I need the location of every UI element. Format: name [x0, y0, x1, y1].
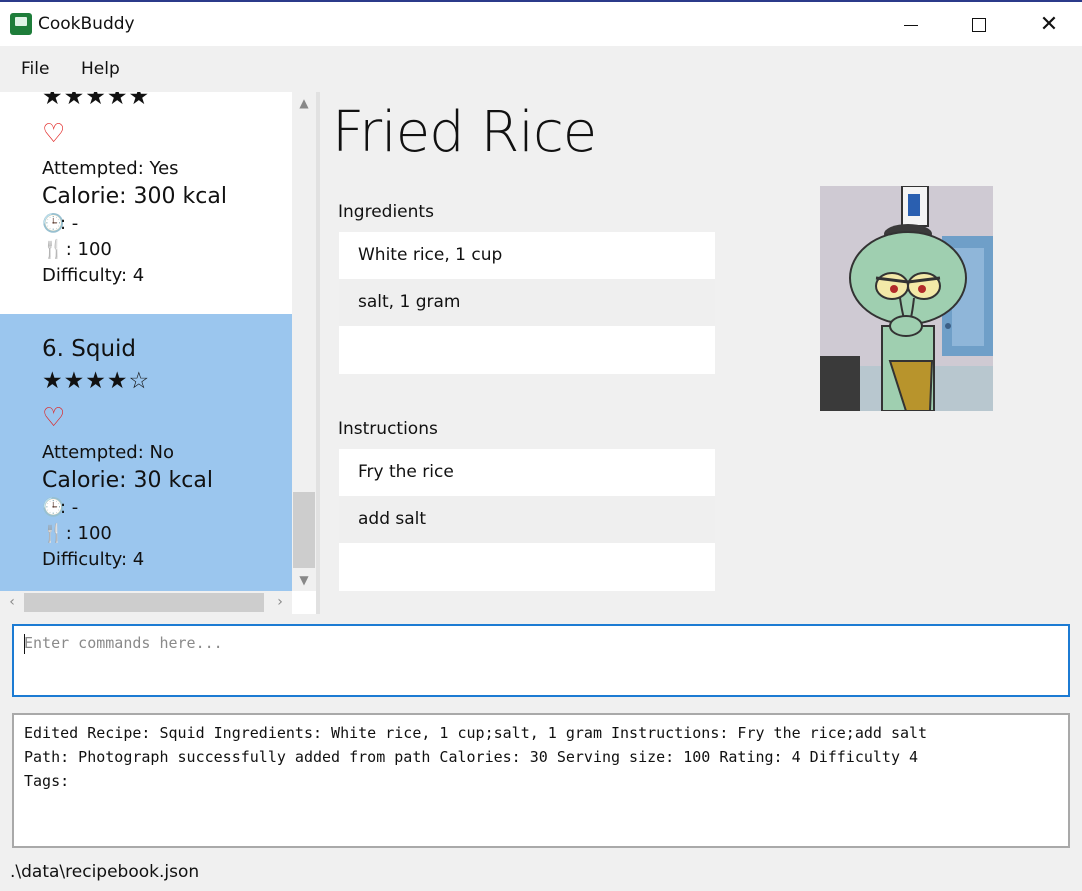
menu-file[interactable]: File — [21, 59, 49, 79]
time-value: : - — [60, 497, 79, 518]
difficulty-label: Difficulty: 4 — [42, 549, 145, 570]
vertical-scrollbar[interactable]: ▲ ▼ — [292, 92, 316, 591]
recipe-card-selected[interactable]: 6. Squid ★★★★☆ ♡ Attempted: No Calorie: … — [0, 314, 292, 591]
panel-divider[interactable] — [316, 92, 320, 614]
app-title: CookBuddy — [38, 14, 135, 34]
clock-icon: 🕒 — [42, 497, 65, 518]
ingredient-item[interactable]: salt, 1 gram — [339, 279, 715, 326]
favourite-heart-icon: ♡ — [42, 119, 66, 149]
close-button[interactable]: ✕ — [1014, 4, 1082, 46]
scroll-down-icon[interactable]: ▼ — [292, 569, 316, 591]
instruction-item[interactable]: Fry the rice — [339, 449, 715, 496]
recipe-photo — [820, 186, 993, 411]
serving-value: : 100 — [60, 523, 112, 544]
instructions-label: Instructions — [338, 419, 438, 439]
scroll-right-icon[interactable]: › — [268, 591, 292, 614]
ingredient-item[interactable]: White rice, 1 cup — [339, 232, 715, 279]
calorie-label: Calorie: 300 kcal — [42, 184, 227, 209]
recipe-list-panel: ★★★★★ ♡ Attempted: Yes Calorie: 300 kcal… — [0, 92, 316, 614]
serving-row: 🍴 : 100 — [42, 237, 292, 263]
utensils-icon: 🍴 — [42, 239, 65, 260]
recipe-card[interactable]: ★★★★★ ♡ Attempted: Yes Calorie: 300 kcal… — [0, 92, 292, 314]
attempted-label: Attempted: Yes — [42, 158, 179, 179]
time-row: 🕒: - — [42, 211, 292, 237]
favourite-heart-icon: ♡ — [42, 403, 66, 433]
result-display[interactable]: Edited Recipe: Squid Ingredients: White … — [12, 713, 1070, 848]
clock-icon: 🕒 — [42, 213, 65, 234]
rating-stars: ★★★★☆ — [42, 368, 151, 394]
serving-row: 🍴 : 100 — [42, 521, 292, 547]
maximize-icon — [972, 18, 986, 32]
instruction-item[interactable]: add salt — [339, 496, 715, 543]
calorie-label: Calorie: 30 kcal — [42, 468, 213, 493]
minimize-icon — [904, 24, 918, 26]
menu-help[interactable]: Help — [81, 59, 120, 79]
recipe-list: ★★★★★ ♡ Attempted: Yes Calorie: 300 kcal… — [0, 92, 292, 591]
time-row: 🕒: - — [42, 495, 292, 521]
command-box[interactable] — [12, 624, 1070, 697]
close-icon: ✕ — [1039, 12, 1059, 37]
horizontal-scroll-thumb[interactable] — [24, 593, 264, 612]
rating-stars: ★★★★★ — [42, 92, 151, 110]
ingredients-label: Ingredients — [338, 202, 434, 222]
difficulty-label: Difficulty: 4 — [42, 265, 145, 286]
time-value: : - — [60, 213, 79, 234]
utensils-icon: 🍴 — [42, 523, 65, 544]
instructions-list[interactable]: Fry the rice add salt — [339, 449, 715, 605]
menu-bar: File Help — [0, 46, 1082, 90]
command-input[interactable] — [24, 630, 1054, 656]
maximize-button[interactable] — [944, 4, 1014, 46]
recipe-title: Fried Rice — [332, 100, 597, 165]
ingredients-list[interactable]: White rice, 1 cup salt, 1 gram — [339, 232, 715, 388]
horizontal-scrollbar[interactable]: ‹ › — [0, 591, 292, 614]
scroll-left-icon[interactable]: ‹ — [0, 591, 24, 614]
app-icon — [10, 13, 32, 35]
vertical-scroll-thumb[interactable] — [293, 492, 315, 568]
scroll-corner — [292, 591, 316, 614]
serving-value: : 100 — [60, 239, 112, 260]
scroll-up-icon[interactable]: ▲ — [292, 92, 316, 114]
minimize-button[interactable] — [876, 4, 946, 46]
title-bar: CookBuddy ✕ — [0, 2, 1082, 46]
result-text: Edited Recipe: Squid Ingredients: White … — [24, 724, 928, 790]
status-bar-file-path: .\data\recipebook.json — [10, 862, 200, 882]
recipe-name: 6. Squid — [42, 336, 137, 362]
attempted-label: Attempted: No — [42, 442, 174, 463]
